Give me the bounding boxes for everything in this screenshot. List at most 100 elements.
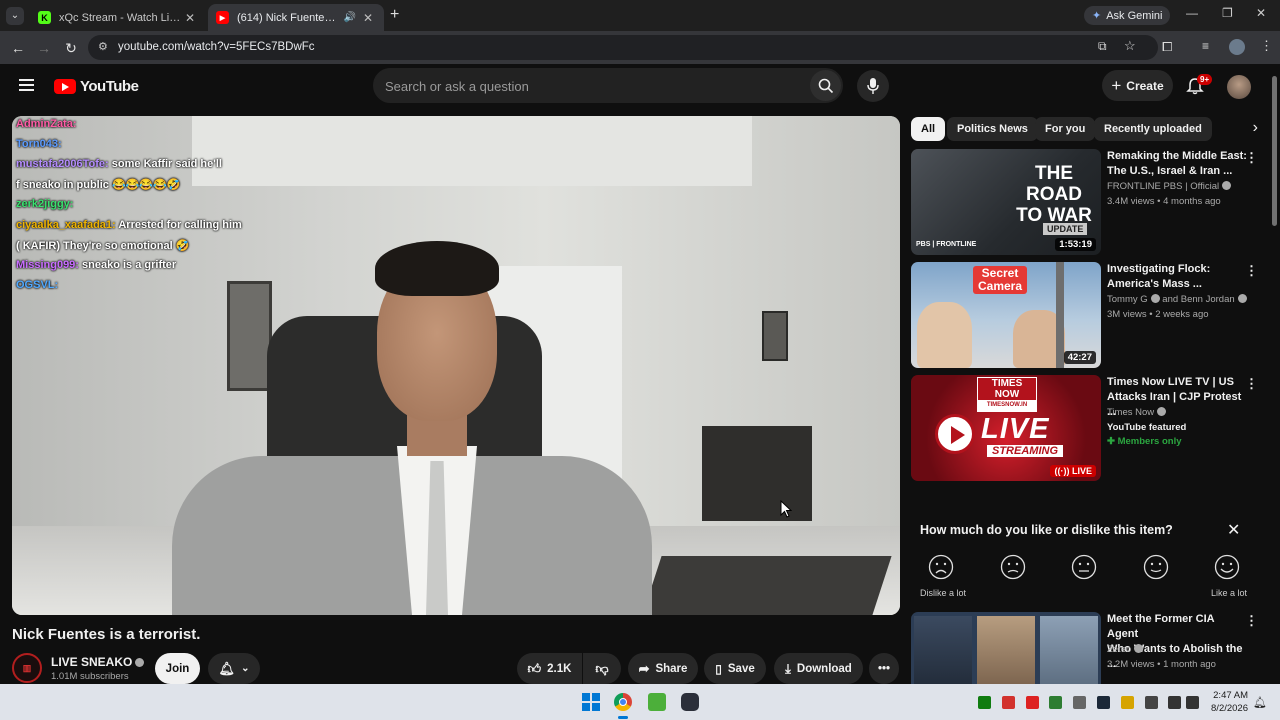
very-happy-face-icon[interactable]: [1214, 554, 1240, 580]
browser-tab-bar: ⌄ K xQc Stream - Watch Live on Kick ✕ ▶ …: [0, 0, 1280, 31]
chip-recently-uploaded[interactable]: Recently uploaded: [1094, 117, 1212, 141]
more-actions-button[interactable]: •••: [869, 653, 899, 684]
notifications-button[interactable]: 9+: [1186, 74, 1213, 99]
page-scrollbar[interactable]: [1271, 66, 1278, 684]
join-button[interactable]: Join: [155, 653, 200, 684]
share-button[interactable]: ➦ Share: [628, 653, 698, 684]
dislike-button[interactable]: 👎︎: [583, 653, 621, 684]
speaker-icon[interactable]: 🔊: [344, 12, 356, 23]
ask-gemini-button[interactable]: ✦ Ask Gemini: [1084, 6, 1171, 25]
site-info-icon[interactable]: ⚙: [98, 40, 108, 53]
chip-all[interactable]: All: [911, 117, 946, 141]
app-icon[interactable]: [681, 693, 699, 711]
more-vertical-icon[interactable]: ⋮: [1245, 376, 1258, 392]
more-vertical-icon[interactable]: ⋮: [1245, 150, 1258, 166]
profile-avatar[interactable]: [1229, 39, 1245, 55]
thumb-person: [914, 616, 972, 684]
close-survey-icon[interactable]: ✕: [1227, 520, 1240, 540]
very-sad-face-icon[interactable]: [928, 554, 954, 580]
extensions-icon[interactable]: ⧠: [1162, 39, 1172, 55]
search-input[interactable]: Search or ask a question: [373, 68, 843, 103]
search-button[interactable]: [810, 70, 841, 101]
video-title: Nick Fuentes is a terrorist.: [12, 626, 201, 643]
tab-search-button[interactable]: ⌄: [6, 7, 24, 25]
live-icon: ((·)): [1054, 466, 1072, 476]
channel-logo-icon: ▥: [22, 662, 32, 673]
restore-button[interactable]: ❐: [1222, 6, 1233, 20]
url-text[interactable]: youtube.com/watch?v=5FECs7BDwFc: [118, 41, 315, 53]
tab-xqc-stream[interactable]: K xQc Stream - Watch Live on Kick ✕: [30, 4, 206, 31]
cast-icon[interactable]: ⧉: [1098, 39, 1107, 54]
chat-message: Missing099: sneako is a grifter: [16, 259, 176, 271]
thumb-caption-box: Secret Camera: [973, 266, 1028, 294]
minecraft-icon[interactable]: [648, 693, 666, 711]
recommendation-channel[interactable]: Times Now: [1107, 407, 1167, 418]
steam-icon[interactable]: [1097, 696, 1110, 709]
chat-username: Torn043:: [16, 138, 62, 150]
tab-title: xQc Stream - Watch Live on Kick: [59, 11, 182, 24]
save-button[interactable]: ▯ Save: [704, 653, 766, 684]
volume-icon[interactable]: [1186, 696, 1199, 709]
microphone-icon[interactable]: [1145, 696, 1158, 709]
tab-youtube-video[interactable]: ▶ (614) Nick Fuentes is a terrorist. 🔊 ✕: [208, 4, 384, 31]
app-tray-icon[interactable]: [1073, 696, 1086, 709]
youtube-logo[interactable]: YouTube: [54, 78, 139, 95]
chip-politics-news[interactable]: Politics News: [947, 117, 1038, 141]
recommendation-channel[interactable]: Tommy G and Benn Jordan: [1107, 294, 1247, 305]
more-vertical-icon[interactable]: ⋮: [1245, 613, 1258, 629]
recommendation-thumbnail[interactable]: Secret Camera 42:27: [911, 262, 1101, 368]
channel-avatar[interactable]: ▥: [12, 653, 42, 683]
account-avatar[interactable]: [1227, 75, 1251, 99]
recording-icon[interactable]: [1026, 696, 1039, 709]
media-controls-icon[interactable]: ≡: [1202, 39, 1209, 53]
sad-face-icon[interactable]: [1000, 554, 1026, 580]
recommendation-title[interactable]: Remaking the Middle East: The U.S., Israe…: [1107, 149, 1247, 179]
address-bar[interactable]: ⚙ youtube.com/watch?v=5FECs7BDwFc ⧉ ☆: [88, 35, 1158, 60]
recommendation-thumbnail[interactable]: TIMES NOW TIMESNOW.IN LIVE STREAMING ((·))…: [911, 375, 1101, 481]
browser-menu-icon[interactable]: ⋮: [1260, 38, 1273, 54]
recommendation-thumbnail[interactable]: [911, 612, 1101, 684]
chip-for-you[interactable]: For you: [1035, 117, 1096, 141]
forward-button[interactable]: →: [34, 38, 54, 58]
new-tab-button[interactable]: +: [390, 6, 399, 24]
recommendation-title[interactable]: Investigating Flock: America's Mass ...: [1107, 262, 1247, 292]
subscribed-notifications-button[interactable]: 🔔︎ ⌄: [208, 653, 260, 684]
neutral-face-icon[interactable]: [1071, 554, 1097, 580]
voice-search-button[interactable]: [857, 70, 889, 102]
search-icon: [818, 78, 833, 93]
share-label: Share: [655, 662, 688, 675]
chat-message: Torn043:: [16, 138, 62, 150]
recommendation-channel[interactable]: Zeteo: [1107, 644, 1144, 655]
close-window-button[interactable]: ✕: [1256, 6, 1266, 20]
reload-button[interactable]: ↻: [61, 38, 81, 58]
smile-face-icon[interactable]: [1143, 554, 1169, 580]
chrome-icon[interactable]: [614, 693, 632, 711]
clock[interactable]: 2:47 AM 8/2/2026: [1206, 689, 1248, 715]
recommendation-meta: 3.4M views • 4 months ago: [1107, 196, 1221, 207]
recommendation-channel[interactable]: FRONTLINE PBS | Official: [1107, 181, 1232, 192]
chips-next-arrow[interactable]: ›: [1212, 117, 1258, 141]
close-tab-icon[interactable]: ✕: [360, 11, 376, 25]
notification-center-icon[interactable]: 🔔︎: [1253, 696, 1267, 709]
windows-start-icon[interactable]: [582, 693, 600, 711]
chat-message: ( KAFIR) They're so emotional 🤣: [16, 239, 189, 252]
chat-username: AdminZata:: [16, 118, 77, 130]
back-button[interactable]: ←: [8, 38, 28, 58]
video-player[interactable]: AdminZata: Torn043: mustafa2006Tofe: som…: [12, 116, 900, 615]
minimize-button[interactable]: —: [1186, 6, 1198, 20]
guide-menu-icon[interactable]: [19, 79, 34, 91]
network-icon[interactable]: [1168, 696, 1181, 709]
like-count: 2.1K: [547, 662, 572, 675]
recommendation-thumbnail[interactable]: THE ROAD TO WAR UPDATE PBS | FRONTLINE 1:…: [911, 149, 1101, 255]
create-button[interactable]: + Create: [1102, 70, 1173, 101]
security-icon[interactable]: [1121, 696, 1134, 709]
close-tab-icon[interactable]: ✕: [182, 11, 198, 25]
like-button[interactable]: 👍︎ 2.1K: [517, 653, 582, 684]
bookmark-star-icon[interactable]: ☆: [1124, 38, 1136, 54]
xbox-icon[interactable]: [978, 696, 991, 709]
more-vertical-icon[interactable]: ⋮: [1245, 263, 1258, 279]
channel-name[interactable]: LIVE SNEAKO: [51, 655, 145, 669]
download-button[interactable]: ⤓ Download: [774, 653, 863, 684]
nvidia-icon[interactable]: [1049, 696, 1062, 709]
vivaldi-icon[interactable]: [1002, 696, 1015, 709]
